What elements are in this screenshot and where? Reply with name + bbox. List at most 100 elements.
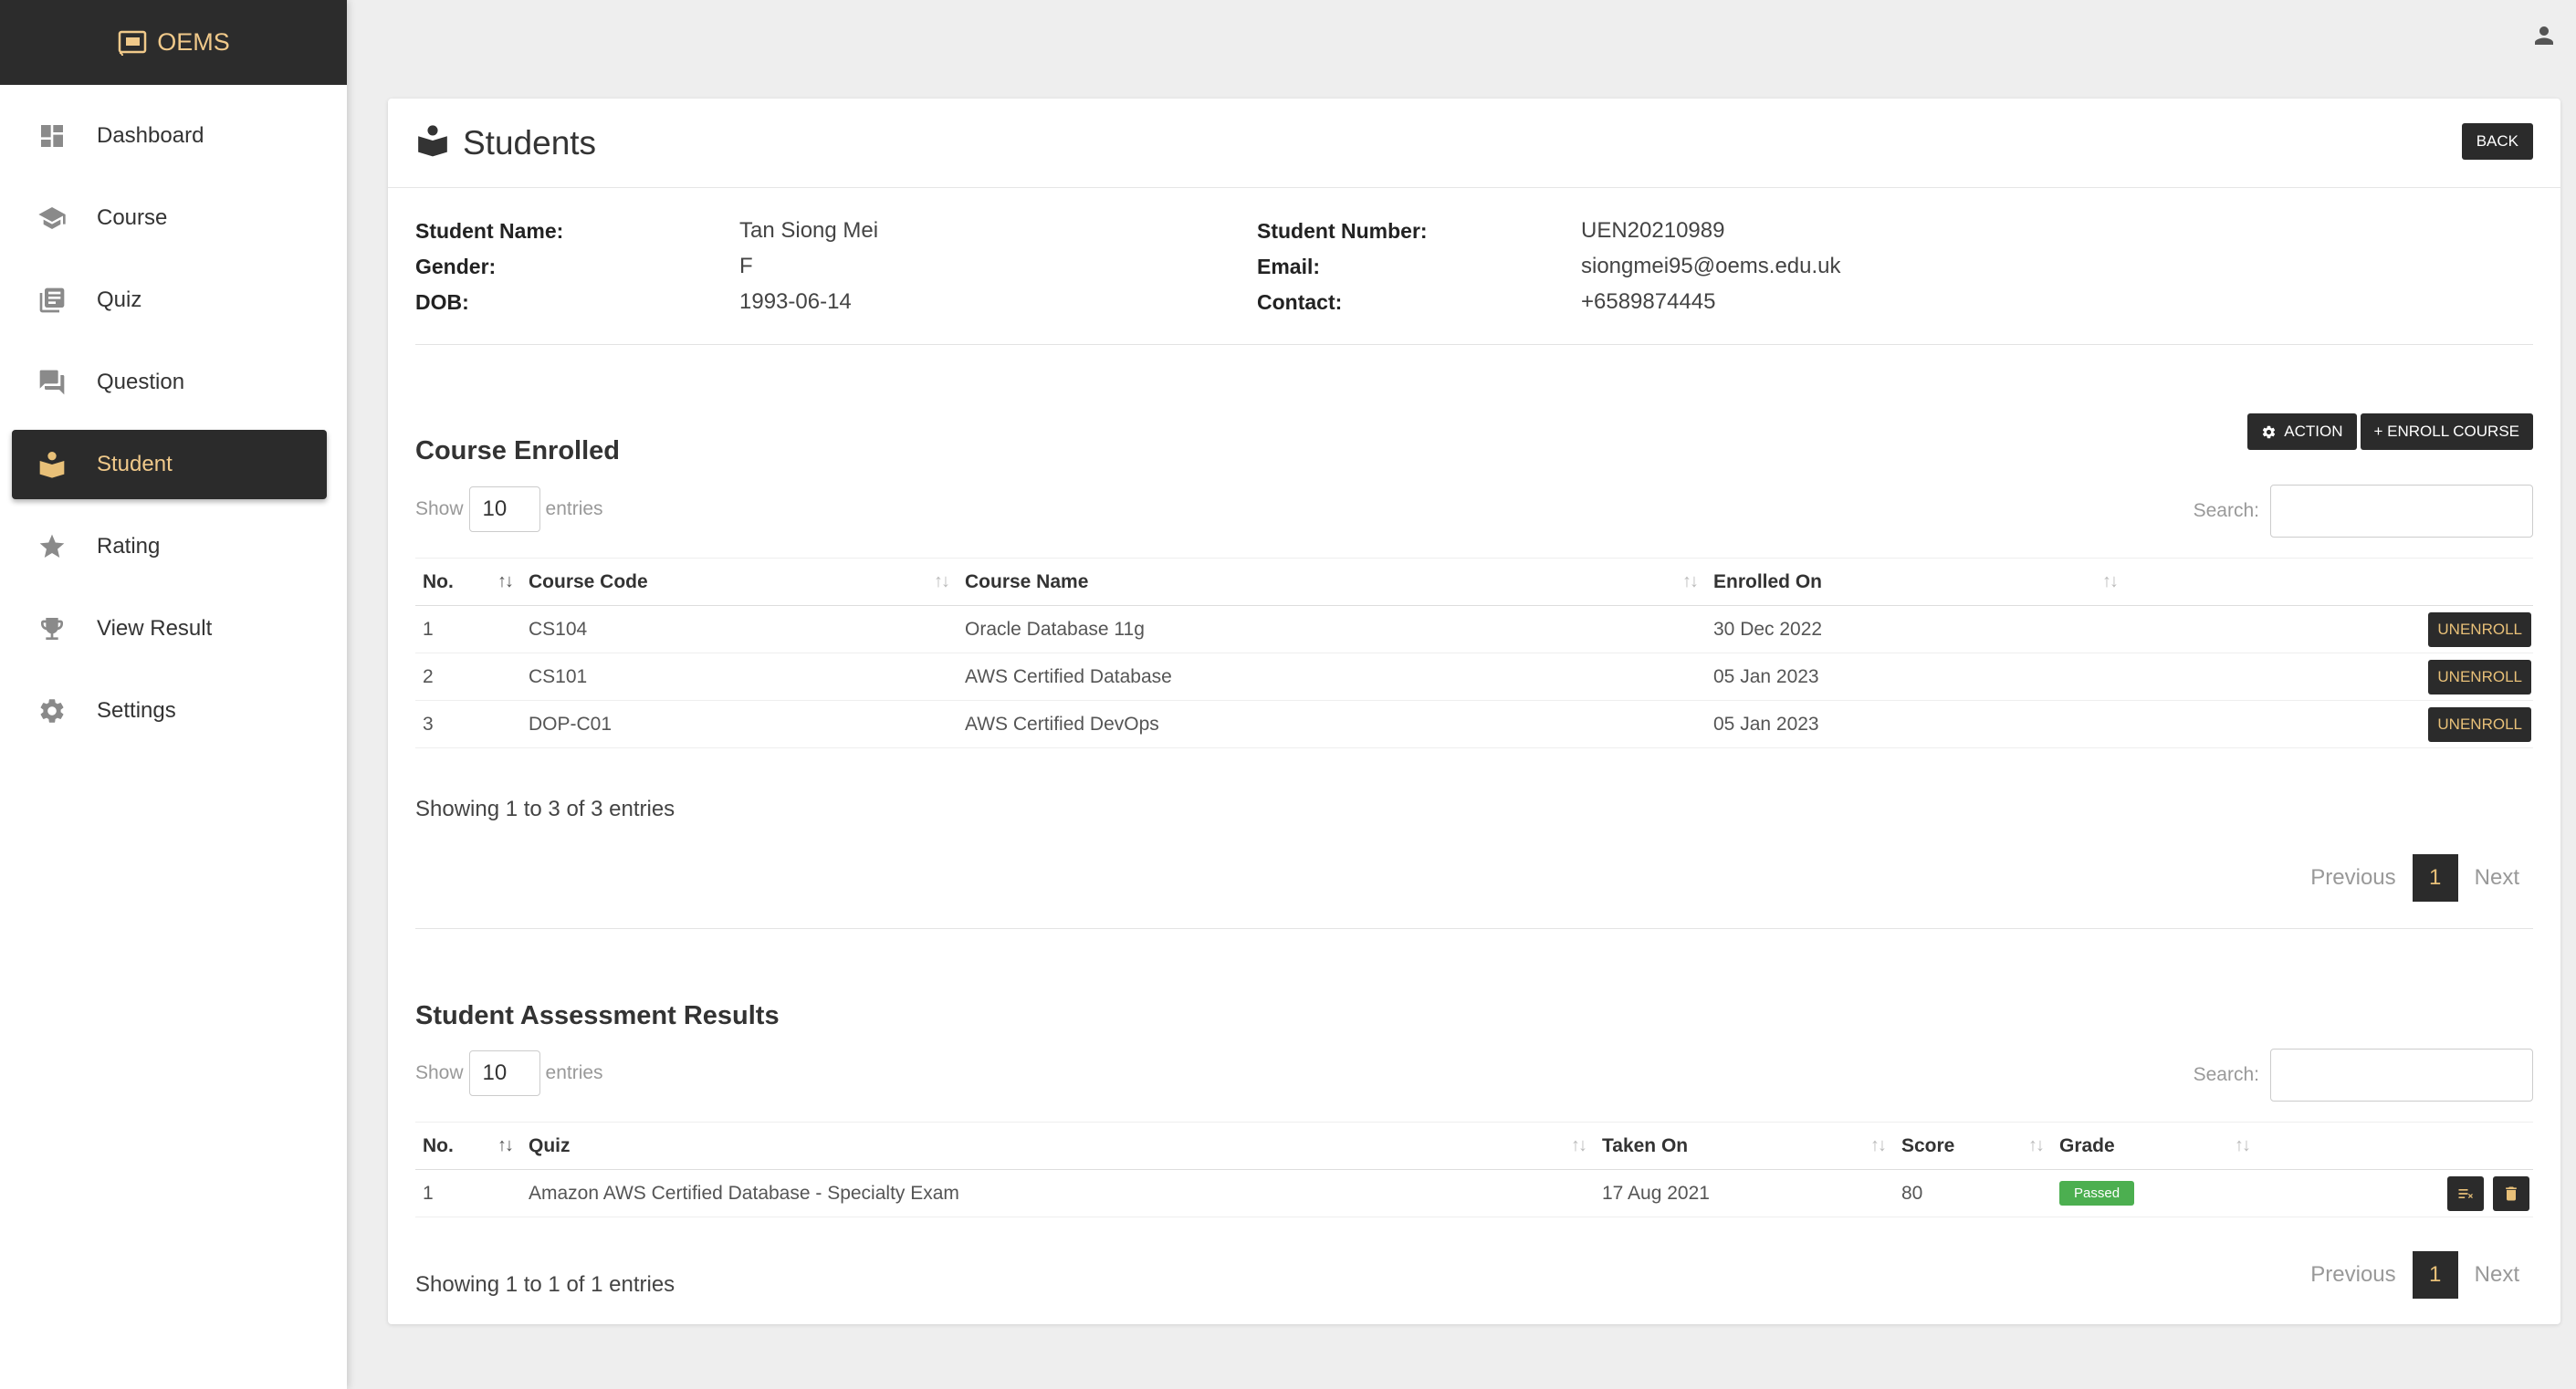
sidebar-item-student[interactable]: Student bbox=[12, 430, 327, 499]
entries-select[interactable]: 10 bbox=[468, 1050, 540, 1096]
sidebar-nav: Dashboard Course Quiz Question Student R… bbox=[0, 85, 347, 746]
action-label: ACTION bbox=[2284, 423, 2343, 440]
sort-icon: ↑↓ bbox=[497, 1135, 514, 1155]
results-search: Search: bbox=[2194, 1049, 2533, 1102]
brand-name: OEMS bbox=[157, 28, 230, 56]
unenroll-button[interactable]: UNENROLL bbox=[2428, 659, 2531, 694]
column-header bbox=[2258, 1122, 2533, 1170]
enrolled-table: No. ↑↓ Course Code ↑↓ Course Name ↑↓ Enroll… bbox=[415, 558, 2533, 748]
list-icon bbox=[2458, 1188, 2474, 1198]
brand[interactable]: OEMS bbox=[0, 0, 347, 85]
next-button[interactable]: Next bbox=[2475, 1262, 2519, 1288]
sort-icon: ↑↓ bbox=[2235, 1135, 2251, 1155]
student-name-label: Student Name: bbox=[415, 219, 564, 243]
search-input[interactable] bbox=[2270, 1049, 2533, 1102]
page-button[interactable]: 1 bbox=[2412, 854, 2458, 902]
enrolled-info: Showing 1 to 3 of 3 entries bbox=[415, 797, 675, 821]
enrolled-pagination: Previous 1 Next bbox=[2310, 854, 2519, 902]
sort-icon: ↑↓ bbox=[1682, 571, 1699, 591]
sort-icon: ↑↓ bbox=[1870, 1135, 1887, 1155]
column-header[interactable]: Enrolled On ↑↓ bbox=[1706, 558, 2126, 606]
column-header[interactable]: Grade ↑↓ bbox=[2052, 1122, 2258, 1170]
email-value: siongmei95@oems.edu.uk bbox=[1581, 254, 1841, 278]
gender-value: F bbox=[739, 254, 753, 278]
student-info: Student Name: Tan Siong Mei Gender: F DO… bbox=[415, 210, 2533, 345]
trash-icon bbox=[2506, 1186, 2517, 1200]
entries-label: entries bbox=[545, 1062, 603, 1083]
unenroll-button[interactable]: UNENROLL bbox=[2428, 611, 2531, 647]
cast-logo-icon bbox=[118, 30, 147, 56]
unenroll-button[interactable]: UNENROLL bbox=[2428, 706, 2531, 742]
course-enrolled-title: Course Enrolled bbox=[415, 436, 620, 465]
gear-icon bbox=[2263, 425, 2276, 438]
previous-button[interactable]: Previous bbox=[2310, 1262, 2395, 1288]
book-reader-icon bbox=[415, 123, 450, 162]
delete-button[interactable] bbox=[2493, 1175, 2529, 1211]
contact-label: Contact: bbox=[1257, 290, 1343, 314]
student-number-label: Student Number: bbox=[1257, 219, 1428, 243]
student-detail-card: Students BACK Student Name: Tan Siong Me… bbox=[388, 99, 2560, 1324]
user-account-icon[interactable] bbox=[2530, 22, 2558, 49]
sidebar-item-label: Dashboard bbox=[97, 123, 204, 148]
entries-label: entries bbox=[545, 498, 603, 519]
email-label: Email: bbox=[1257, 255, 1321, 278]
table-row: 3 DOP-C01 AWS Certified DevOps 05 Jan 20… bbox=[415, 700, 2533, 748]
card-header: Students BACK bbox=[388, 99, 2560, 188]
gender-label: Gender: bbox=[415, 255, 497, 278]
star-icon bbox=[37, 531, 68, 562]
book-reader-icon bbox=[37, 449, 68, 480]
dob-value: 1993-06-14 bbox=[739, 289, 852, 314]
sidebar-item-dashboard[interactable]: Dashboard bbox=[12, 101, 327, 171]
column-header[interactable]: Course Code ↑↓ bbox=[521, 558, 958, 606]
sidebar-item-rating[interactable]: Rating bbox=[12, 512, 327, 581]
column-header[interactable]: No. ↑↓ bbox=[415, 1122, 521, 1170]
sidebar-item-label: Student bbox=[97, 452, 173, 476]
table-row: 1 CS104 Oracle Database 11g 30 Dec 2022 … bbox=[415, 605, 2533, 653]
student-number-value: UEN20210989 bbox=[1581, 218, 1725, 243]
divider bbox=[415, 928, 2533, 929]
table-row: 2 CS101 AWS Certified Database 05 Jan 20… bbox=[415, 653, 2533, 701]
entries-select[interactable]: 10 bbox=[468, 486, 540, 532]
show-label: Show bbox=[415, 498, 464, 519]
library-books-icon bbox=[37, 285, 68, 316]
results-table: No. ↑↓ Quiz ↑↓ Taken On ↑↓ Score ↑↓ Grade ↑↓ … bbox=[415, 1122, 2533, 1217]
enrolled-actions: ACTION + ENROLL COURSE bbox=[2247, 413, 2533, 450]
enroll-course-button[interactable]: + ENROLL COURSE bbox=[2360, 413, 2533, 450]
next-button[interactable]: Next bbox=[2475, 865, 2519, 891]
sidebar-item-question[interactable]: Question bbox=[12, 348, 327, 417]
graduation-cap-icon bbox=[37, 203, 68, 234]
column-header[interactable]: No. ↑↓ bbox=[415, 558, 521, 606]
table-row: 1 Amazon AWS Certified Database - Specia… bbox=[415, 1169, 2533, 1217]
gear-icon bbox=[37, 695, 68, 726]
sort-icon: ↑↓ bbox=[2102, 571, 2119, 591]
sidebar: OEMS Dashboard Course Quiz Question Stud… bbox=[0, 0, 347, 1389]
sidebar-item-settings[interactable]: Settings bbox=[12, 676, 327, 746]
contact-value: +6589874445 bbox=[1581, 289, 1716, 314]
column-header[interactable]: Score ↑↓ bbox=[1894, 1122, 2052, 1170]
sort-icon: ↑↓ bbox=[1571, 1135, 1587, 1155]
sort-icon: ↑↓ bbox=[497, 571, 514, 591]
enrolled-length-control: Show 10 entries bbox=[415, 486, 603, 532]
sidebar-item-quiz[interactable]: Quiz bbox=[12, 266, 327, 335]
results-pagination: Previous 1 Next bbox=[2310, 1251, 2519, 1299]
column-header[interactable]: Course Name ↑↓ bbox=[958, 558, 1706, 606]
sidebar-item-course[interactable]: Course bbox=[12, 183, 327, 253]
sidebar-item-label: View Result bbox=[97, 616, 213, 641]
previous-button[interactable]: Previous bbox=[2310, 865, 2395, 891]
back-button[interactable]: BACK bbox=[2461, 123, 2533, 160]
sidebar-item-view-result[interactable]: View Result bbox=[12, 594, 327, 663]
sidebar-item-label: Rating bbox=[97, 534, 161, 559]
sidebar-item-label: Question bbox=[97, 370, 185, 394]
search-label: Search: bbox=[2193, 1064, 2259, 1085]
column-header[interactable]: Taken On ↑↓ bbox=[1595, 1122, 1894, 1170]
grade-badge: Passed bbox=[2059, 1181, 2135, 1206]
search-label: Search: bbox=[2193, 500, 2259, 521]
view-result-button[interactable] bbox=[2447, 1175, 2485, 1211]
page-button[interactable]: 1 bbox=[2412, 1251, 2458, 1299]
dashboard-icon bbox=[37, 120, 68, 151]
page-title: Students bbox=[463, 123, 597, 162]
action-button[interactable]: ACTION bbox=[2247, 413, 2357, 450]
student-name-value: Tan Siong Mei bbox=[739, 218, 879, 243]
search-input[interactable] bbox=[2270, 485, 2533, 538]
column-header[interactable]: Quiz ↑↓ bbox=[521, 1122, 1595, 1170]
